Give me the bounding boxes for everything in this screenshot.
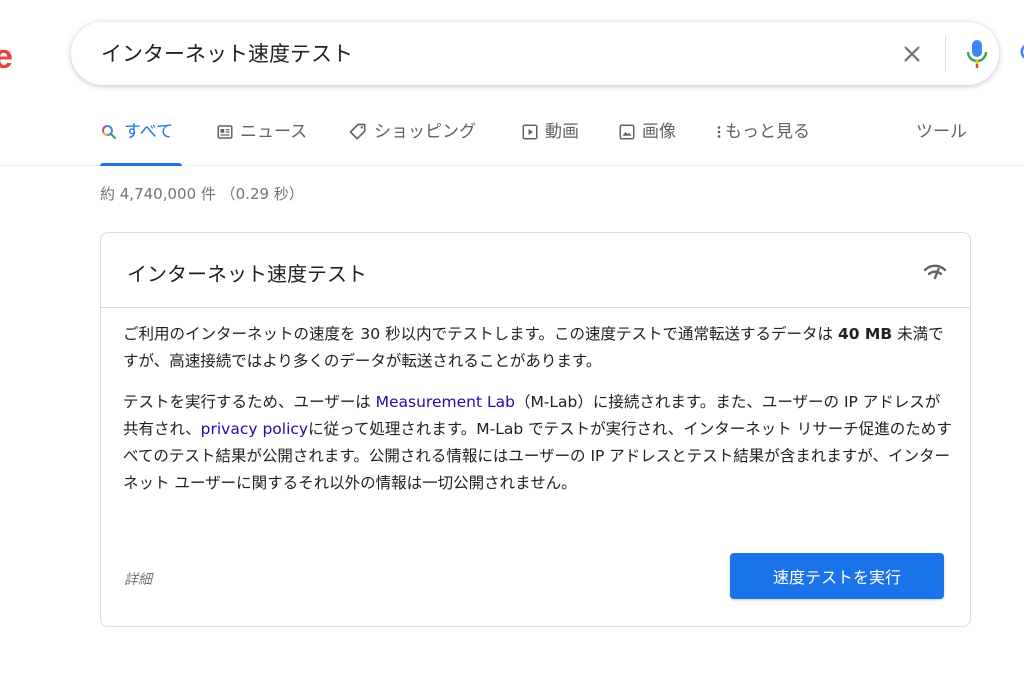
- measurement-lab-link[interactable]: Measurement Lab: [376, 393, 515, 411]
- card-body: ご利用のインターネットの速度を 30 秒以内でテストします。この速度テストで通常…: [123, 321, 953, 511]
- more-vert-icon: [715, 120, 723, 144]
- search-bar: [71, 22, 1024, 85]
- data-size-bold: 40 MB: [837, 325, 893, 343]
- play-icon: [521, 120, 539, 144]
- privacy-text: テストを実行するため、ユーザーは: [123, 393, 376, 411]
- tab-label: 画像: [642, 122, 676, 142]
- tab-label: すべて: [124, 122, 174, 142]
- speed-test-card: インターネット速度テスト ご利用のインターネットの速度を 30 秒以内でテストし…: [100, 232, 971, 627]
- tab-label: 動画: [545, 122, 579, 142]
- search-icon: [1020, 45, 1024, 59]
- clear-search-button[interactable]: [897, 39, 927, 69]
- tab-videos[interactable]: 動画: [521, 120, 579, 166]
- close-icon: [904, 46, 920, 62]
- voice-search-button[interactable]: [960, 36, 994, 72]
- search-bar-divider: [945, 36, 946, 72]
- card-title: インターネット速度テスト: [127, 262, 367, 286]
- newspaper-icon: [216, 120, 234, 144]
- details-link[interactable]: 詳細: [124, 569, 152, 589]
- tab-label: ニュース: [240, 122, 308, 142]
- search-tabs: すべて ニュース ショッピング 動画 画像 もっと見る ツール: [0, 110, 1024, 166]
- tag-icon: [348, 120, 368, 144]
- tab-more[interactable]: もっと見る: [715, 120, 810, 166]
- card-header: インターネット速度テスト: [101, 233, 970, 308]
- intro-text: ご利用のインターネットの速度を 30 秒以内でテストします。この速度テストで通常…: [123, 325, 838, 343]
- tab-images[interactable]: 画像: [618, 120, 676, 166]
- speed-test-icon: [923, 264, 947, 280]
- microphone-icon: [966, 40, 988, 68]
- tab-all[interactable]: すべて: [100, 120, 182, 166]
- tab-shopping[interactable]: ショッピング: [348, 120, 476, 166]
- search-submit-button[interactable]: [1013, 36, 1024, 72]
- privacy-policy-link[interactable]: privacy policy: [201, 420, 308, 438]
- image-icon: [618, 120, 636, 144]
- google-logo-fragment[interactable]: e: [0, 38, 13, 77]
- tools-button[interactable]: ツール: [916, 120, 967, 144]
- tab-label: もっと見る: [725, 122, 810, 142]
- result-stats: 約 4,740,000 件 （0.29 秒）: [100, 185, 304, 203]
- intro-paragraph: ご利用のインターネットの速度を 30 秒以内でテストします。この速度テストで通常…: [123, 321, 953, 375]
- tab-label: ショッピング: [374, 122, 476, 142]
- search-input[interactable]: [101, 38, 821, 68]
- privacy-paragraph: テストを実行するため、ユーザーは Measurement Lab（M-Lab）に…: [123, 389, 953, 497]
- tab-news[interactable]: ニュース: [216, 120, 307, 166]
- run-speed-test-button[interactable]: 速度テストを実行: [730, 553, 944, 599]
- search-icon: [100, 120, 118, 144]
